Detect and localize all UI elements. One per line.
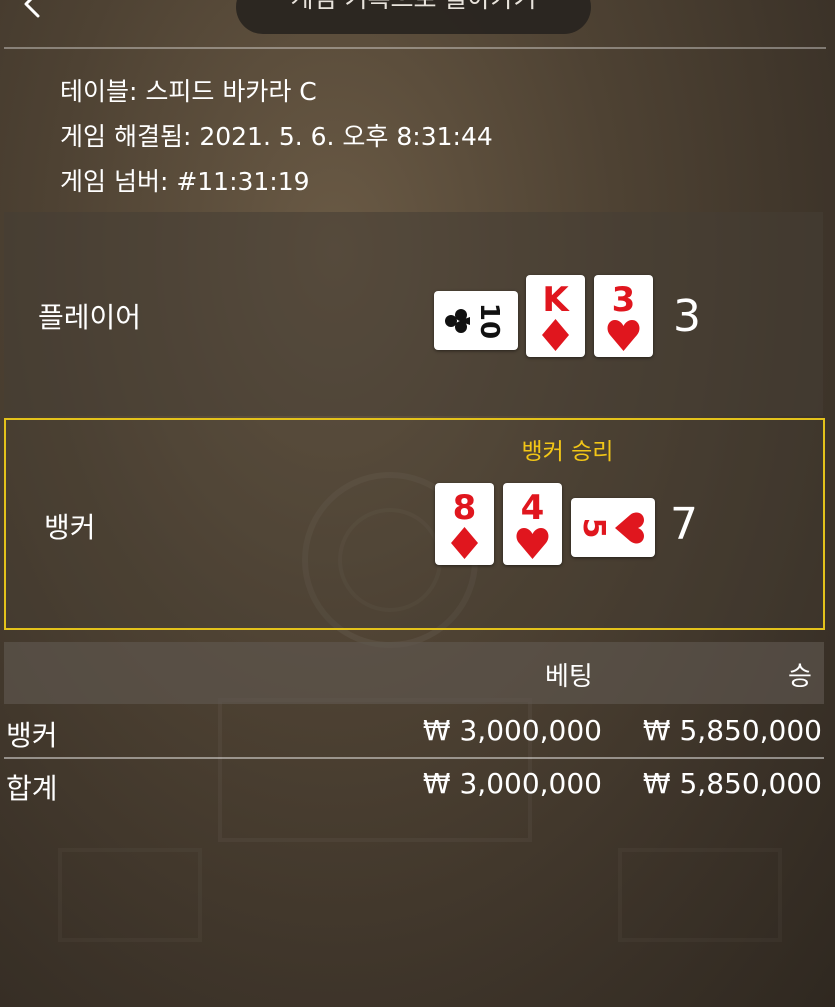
svg-text:4: 4 bbox=[521, 488, 545, 528]
card-rank-10: 10 bbox=[474, 303, 504, 339]
table-row-label: 뱅커 bbox=[6, 719, 58, 752]
game-resolved-time: 게임 해결됨: 2021. 5. 6. 오후 8:31:44 bbox=[60, 122, 493, 151]
table-row-bet: ₩ 3,000,000 bbox=[422, 714, 602, 747]
club-suit-icon bbox=[445, 309, 470, 333]
banker-label: 뱅커 bbox=[44, 511, 96, 544]
top-bar: 게임 기록으로 돌아가기 bbox=[0, 0, 835, 49]
diamond-suit-icon bbox=[451, 527, 478, 559]
svg-text:5: 5 bbox=[576, 518, 611, 539]
player-card-k-diamonds: K bbox=[526, 275, 585, 357]
diamond-suit-icon bbox=[542, 319, 569, 351]
svg-text:K: K bbox=[542, 280, 570, 320]
header-divider bbox=[4, 47, 826, 49]
back-to-history-button[interactable]: 게임 기록으로 돌아가기 bbox=[236, 0, 591, 34]
total-row-win: ₩ 5,850,000 bbox=[642, 767, 822, 800]
svg-text:10: 10 bbox=[474, 303, 504, 339]
total-row-bet: ₩ 3,000,000 bbox=[422, 767, 602, 800]
player-label: 플레이어 bbox=[38, 301, 142, 334]
banker-hand-panel bbox=[4, 418, 825, 630]
total-row-label: 합계 bbox=[6, 772, 58, 805]
bets-table-header bbox=[4, 642, 824, 704]
player-card-3-hearts: 3 bbox=[594, 275, 653, 357]
heart-suit-icon bbox=[615, 512, 644, 544]
player-card-10-clubs: 10 bbox=[434, 291, 518, 350]
banker-win-label: 뱅커 승리 bbox=[521, 439, 614, 465]
player-score: 3 bbox=[673, 291, 701, 342]
banker-score: 7 bbox=[670, 499, 698, 550]
banker-card-8-diamonds: 8 bbox=[435, 483, 494, 565]
heart-suit-icon bbox=[516, 528, 549, 559]
chevron-left-icon bbox=[24, 0, 40, 18]
column-header-bet: 베팅 bbox=[545, 662, 593, 692]
banker-card-5-hearts: 5 bbox=[571, 498, 655, 557]
back-button[interactable] bbox=[14, 0, 48, 22]
svg-text:3: 3 bbox=[612, 280, 636, 320]
svg-text:8: 8 bbox=[453, 488, 477, 528]
card-rank-5: 5 bbox=[576, 518, 611, 539]
heart-suit-icon bbox=[607, 320, 640, 351]
banker-card-4-hearts: 4 bbox=[503, 483, 562, 565]
table-name: 테이블: 스피드 바카라 C bbox=[60, 77, 317, 106]
column-header-win: 승 bbox=[788, 662, 812, 692]
table-row-win: ₩ 5,850,000 bbox=[642, 714, 822, 747]
table-row-divider bbox=[4, 757, 824, 759]
game-number: 게임 넘버: #11:31:19 bbox=[60, 167, 310, 196]
